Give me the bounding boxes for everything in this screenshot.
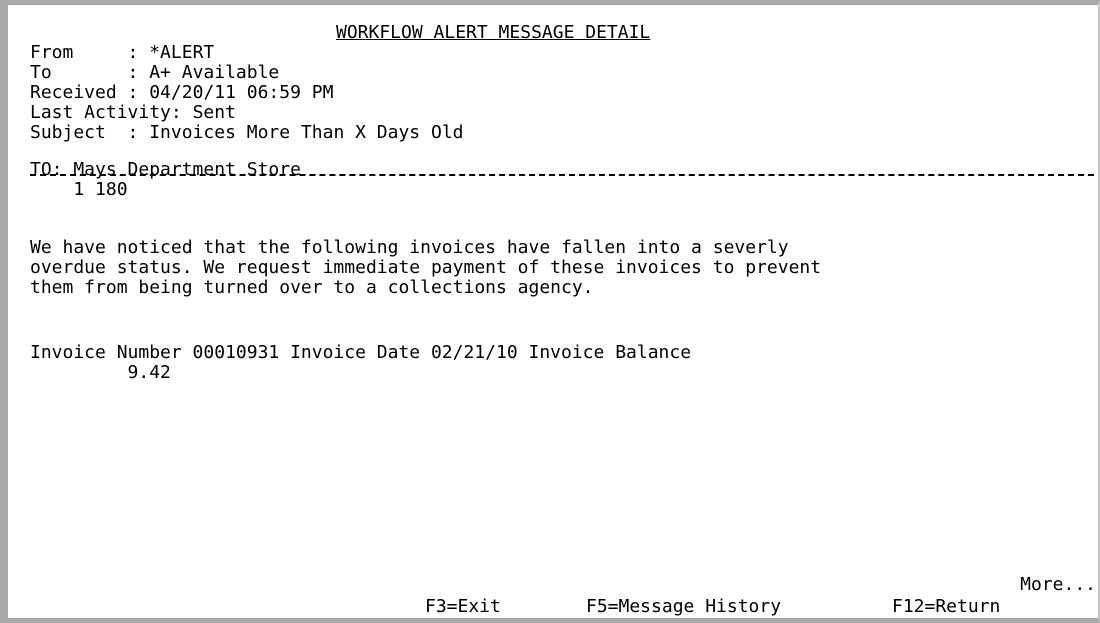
invoice-balance-value: 9.42 — [30, 362, 171, 383]
f3-exit-key[interactable]: F3=Exit — [425, 597, 501, 617]
to-value: A+ Available — [149, 62, 280, 83]
from-row: From : *ALERT — [30, 43, 214, 63]
page-title: WORKFLOW ALERT MESSAGE DETAIL — [336, 22, 651, 43]
received-label: Received : — [30, 82, 139, 103]
subject-value: Invoices More Than X Days Old — [149, 122, 464, 143]
f5-message-history-key[interactable]: F5=Message History — [586, 597, 781, 617]
message-to-line: TO: Mays Department Store — [30, 159, 301, 180]
received-row: Received : 04/20/11 06:59 PM — [30, 83, 333, 103]
terminal-screen: WORKFLOW ALERT MESSAGE DETAIL From : *AL… — [30, 23, 1100, 563]
subject-label: Subject : — [30, 122, 139, 143]
message-paragraph-line: We have noticed that the following invoi… — [30, 237, 789, 258]
subject-row: Subject : Invoices More Than X Days Old — [30, 123, 464, 143]
last-activity-row: Last Activity: Sent — [30, 103, 236, 123]
last-activity-label: Last Activity: — [30, 102, 182, 123]
last-activity-value: Sent — [192, 102, 236, 123]
received-value: 04/20/11 06:59 PM — [149, 82, 334, 103]
f12-return-key[interactable]: F12=Return — [892, 597, 1000, 617]
invoice-line: Invoice Number 00010931 Invoice Date 02/… — [30, 342, 692, 363]
to-row: To : A+ Available — [30, 63, 279, 83]
to-label: To : — [30, 62, 139, 83]
message-paragraph-line: them from being turned over to a collect… — [30, 277, 594, 298]
message-paragraph-line: overdue status. We request immediate pay… — [30, 257, 822, 278]
terminal-frame: WORKFLOW ALERT MESSAGE DETAIL From : *AL… — [0, 0, 1100, 623]
from-label: From : — [30, 42, 139, 63]
more-indicator: More... — [1020, 574, 1096, 595]
from-value: *ALERT — [149, 42, 215, 63]
message-account-line: 1 180 — [30, 179, 128, 200]
